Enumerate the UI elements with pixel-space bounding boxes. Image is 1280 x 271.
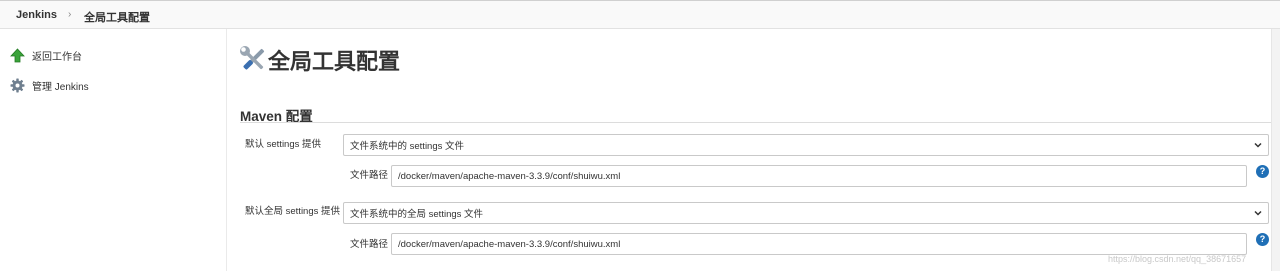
help-icon[interactable]: ? [1256, 165, 1269, 178]
breadcrumb-current[interactable]: 全局工具配置 [84, 9, 150, 25]
settings-file-path-input[interactable]: /docker/maven/apache-maven-3.3.9/conf/sh… [391, 165, 1247, 187]
global-settings-file-path-input[interactable]: /docker/maven/apache-maven-3.3.9/conf/sh… [391, 233, 1247, 255]
select-value: 文件系统中的 settings 文件 [350, 141, 465, 152]
default-global-settings-select[interactable]: 文件系统中的全局 settings 文件 [343, 202, 1269, 224]
chevron-down-icon [1253, 140, 1263, 150]
global-settings-file-path-label: 文件路径 [350, 239, 389, 250]
tools-icon [238, 44, 269, 75]
page-title: 全局工具配置 [268, 49, 401, 74]
watermark-text: https://blog.csdn.net/qq_38671657 [1108, 254, 1247, 264]
scrollbar[interactable] [1271, 29, 1280, 271]
input-value: /docker/maven/apache-maven-3.3.9/conf/sh… [398, 170, 621, 182]
settings-file-path-label: 文件路径 [350, 170, 389, 181]
breadcrumb: Jenkins › 全局工具配置 [0, 0, 1280, 29]
sidebar-item-back-to-dashboard[interactable]: 返回工作台 [10, 45, 82, 65]
select-value: 文件系统中的全局 settings 文件 [350, 209, 484, 220]
section-divider [240, 122, 1272, 123]
sidebar-item-label: 管理 Jenkins [32, 81, 89, 93]
default-settings-label: 默认 settings 提供 [245, 139, 322, 150]
default-global-settings-label: 默认全局 settings 提供 [245, 206, 341, 217]
breadcrumb-home-link[interactable]: Jenkins [16, 9, 57, 21]
sidebar-item-manage-jenkins[interactable]: 管理 Jenkins [10, 75, 89, 95]
gear-icon [10, 78, 25, 93]
help-icon[interactable]: ? [1256, 233, 1269, 246]
sidebar-item-label: 返回工作台 [32, 51, 82, 63]
input-value: /docker/maven/apache-maven-3.3.9/conf/sh… [398, 238, 621, 250]
chevron-down-icon [1253, 208, 1263, 218]
breadcrumb-separator: › [68, 9, 72, 20]
green-up-arrow-icon [10, 47, 25, 63]
sidebar: 返回工作台 管理 Jenkins [0, 29, 227, 271]
default-settings-select[interactable]: 文件系统中的 settings 文件 [343, 134, 1269, 156]
